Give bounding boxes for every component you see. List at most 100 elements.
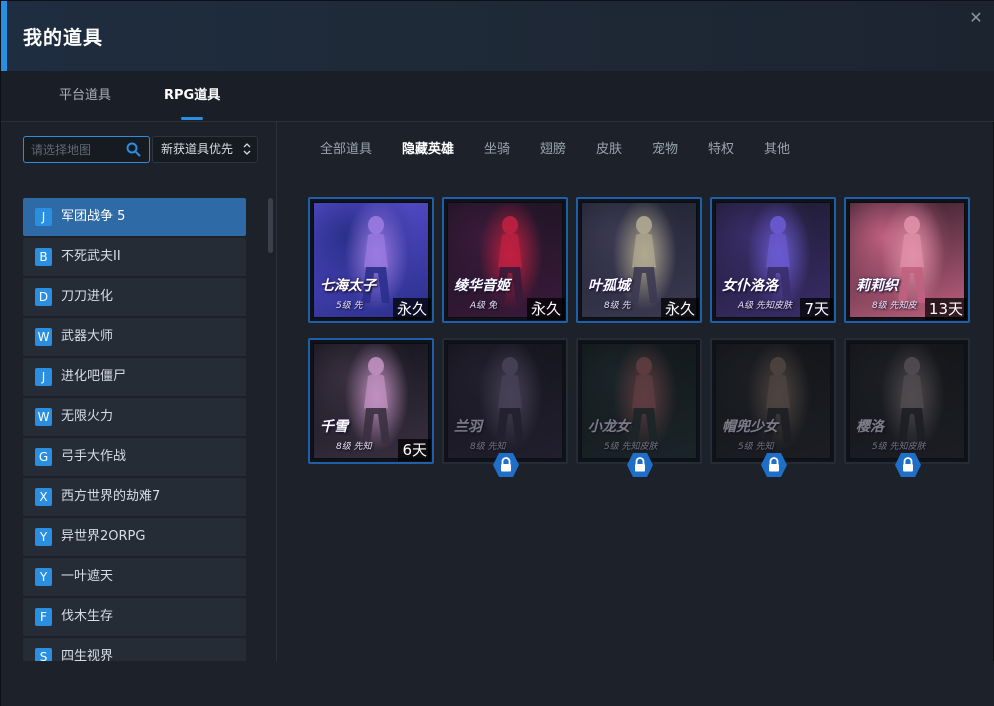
sort-caret-icon (243, 143, 251, 155)
hero-item-card[interactable]: 绫华音姬 A级 免 永久 (442, 197, 568, 323)
game-list-item[interactable]: S 四生视界 (23, 638, 246, 661)
item-grid: 七海太子 5级 先永久 绫华音姬 A级 免永久 叶孤城 8级 先永久 女仆洛洛 A级 先知皮肤… (308, 197, 973, 477)
hero-level-label: 8级 先 (604, 301, 631, 311)
category-tab[interactable]: 宠物 (652, 138, 678, 158)
hero-item-card[interactable]: 小龙女 5级 先知皮肤 (576, 338, 702, 477)
hero-item-card[interactable]: 帽兜少女 5级 先知 (710, 338, 836, 477)
hero-portrait: 小龙女 5级 先知皮肤 (581, 343, 697, 459)
category-tab[interactable]: 皮肤 (596, 138, 622, 158)
category-tab[interactable]: 特权 (708, 138, 734, 158)
footer-area (1, 661, 994, 706)
category-tab[interactable]: 隐藏英雄 (402, 138, 454, 158)
game-name: 四生视界 (61, 649, 114, 661)
search-icon[interactable] (126, 142, 141, 157)
game-initial-badge: Y (35, 568, 52, 586)
lock-icon (761, 453, 787, 477)
hero-name: 小龙女 (588, 419, 630, 435)
tab-platform-props[interactable]: 平台道具 (59, 71, 111, 122)
game-list-item[interactable]: D 刀刀进化 (23, 278, 246, 316)
map-search-box (23, 136, 150, 163)
lock-icon (895, 453, 921, 477)
hero-item-card[interactable]: 千雪 8级 先知 6天 (308, 338, 434, 464)
category-tab[interactable]: 其他 (764, 138, 790, 158)
game-initial-badge: S (35, 648, 52, 661)
title-accent-bar (1, 1, 7, 71)
game-list-scrollbar[interactable] (268, 198, 273, 253)
hero-item-card[interactable]: 女仆洛洛 A级 先知皮肤 7天 (710, 197, 836, 323)
game-name: 不死武夫II (61, 249, 121, 264)
category-tab[interactable]: 全部道具 (320, 138, 372, 158)
hero-name: 樱洛 (856, 419, 884, 435)
game-list-item[interactable]: J 军团战争 5 (23, 198, 246, 236)
game-list-item[interactable]: W 武器大师 (23, 318, 246, 356)
top-tab-bar: 平台道具 RPG道具 (1, 71, 994, 122)
game-list-item[interactable]: Y 一叶遮天 (23, 558, 246, 596)
game-list-item[interactable]: W 无限火力 (23, 398, 246, 436)
sort-order-select[interactable]: 新获道具优先 (152, 136, 258, 163)
item-duration-badge: 13天 (924, 298, 967, 320)
game-list-item[interactable]: B 不死武夫II (23, 238, 246, 276)
game-list-item[interactable]: X 西方世界的劫难7 (23, 478, 246, 516)
game-name: 军团战争 5 (61, 209, 126, 224)
item-duration-badge: 永久 (392, 298, 431, 320)
hero-item-card[interactable]: 七海太子 5级 先 永久 (308, 197, 434, 323)
item-duration-badge: 永久 (526, 298, 565, 320)
hero-level-label: 8级 先知 (336, 442, 372, 452)
hero-level-label: 5级 先知 (738, 442, 774, 452)
hero-level-label: 5级 先知皮肤 (604, 442, 658, 452)
game-initial-badge: D (35, 288, 52, 306)
hero-item-card[interactable]: 樱洛 5级 先知皮肤 (844, 338, 970, 477)
lock-icon (493, 453, 519, 477)
game-name: 刀刀进化 (61, 289, 114, 304)
game-initial-badge: W (35, 408, 52, 426)
hero-name: 兰羽 (454, 419, 482, 435)
hero-name: 千雪 (320, 419, 348, 435)
hero-name: 绫华音姬 (454, 278, 510, 294)
title-bar: 我的道具 ✕ (1, 1, 994, 71)
game-name: 无限火力 (61, 409, 114, 424)
hero-item-card[interactable]: 兰羽 8级 先知 (442, 338, 568, 477)
hero-name: 女仆洛洛 (722, 278, 778, 294)
game-list-item[interactable]: G 弓手大作战 (23, 438, 246, 476)
lock-icon (627, 453, 653, 477)
props-window: 我的道具 ✕ 平台道具 RPG道具 新获道具优先 J 军团战争 5 B 不死武夫II D… (0, 0, 994, 706)
hero-level-label: 5级 先 (336, 301, 363, 311)
game-initial-badge: J (35, 368, 52, 386)
game-name: 武器大师 (61, 329, 114, 344)
game-list-scroll-track (268, 198, 273, 661)
game-initial-badge: W (35, 328, 52, 346)
game-name: 西方世界的劫难7 (61, 489, 161, 504)
game-name: 伐木生存 (61, 609, 114, 624)
game-name: 异世界2ORPG (61, 529, 146, 544)
game-name: 弓手大作战 (61, 449, 127, 464)
category-tab[interactable]: 翅膀 (540, 138, 566, 158)
game-initial-badge: Y (35, 528, 52, 546)
hero-level-label: A级 先知皮肤 (738, 301, 793, 311)
hero-level-label: 8级 先知 (470, 442, 506, 452)
game-list-item[interactable]: J 进化吧僵尸 (23, 358, 246, 396)
game-list-item[interactable]: F 伐木生存 (23, 598, 246, 636)
hero-level-label: A级 免 (470, 301, 498, 311)
game-initial-badge: X (35, 488, 52, 506)
hero-portrait: 樱洛 5级 先知皮肤 (849, 343, 965, 459)
tab-rpg-props[interactable]: RPG道具 (164, 71, 220, 122)
game-name: 进化吧僵尸 (61, 369, 127, 384)
hero-level-label: 8级 先知皮 (872, 301, 917, 311)
game-initial-badge: F (35, 608, 52, 626)
game-list-item[interactable]: Y 异世界2ORPG (23, 518, 246, 556)
hero-item-card[interactable]: 莉莉织 8级 先知皮 13天 (844, 197, 970, 323)
hero-portrait: 帽兜少女 5级 先知 (715, 343, 831, 459)
item-duration-badge: 7天 (800, 298, 833, 320)
hero-level-label: 5级 先知皮肤 (872, 442, 926, 452)
hero-name: 七海太子 (320, 278, 376, 294)
game-initial-badge: J (35, 208, 52, 226)
map-search-input[interactable] (24, 137, 124, 162)
hero-name: 叶孤城 (588, 278, 630, 294)
sidebar: 新获道具优先 J 军团战争 5 B 不死武夫II D 刀刀进化 W 武器大师 J 进化吧僵尸 W 无限… (1, 122, 277, 661)
window-title: 我的道具 (23, 27, 104, 49)
category-tab[interactable]: 坐骑 (484, 138, 510, 158)
hero-item-card[interactable]: 叶孤城 8级 先 永久 (576, 197, 702, 323)
game-list: J 军团战争 5 B 不死武夫II D 刀刀进化 W 武器大师 J 进化吧僵尸 W 无限火力 G 弓手大作… (23, 198, 246, 661)
hero-name: 莉莉织 (856, 278, 898, 294)
close-icon[interactable]: ✕ (965, 7, 987, 29)
